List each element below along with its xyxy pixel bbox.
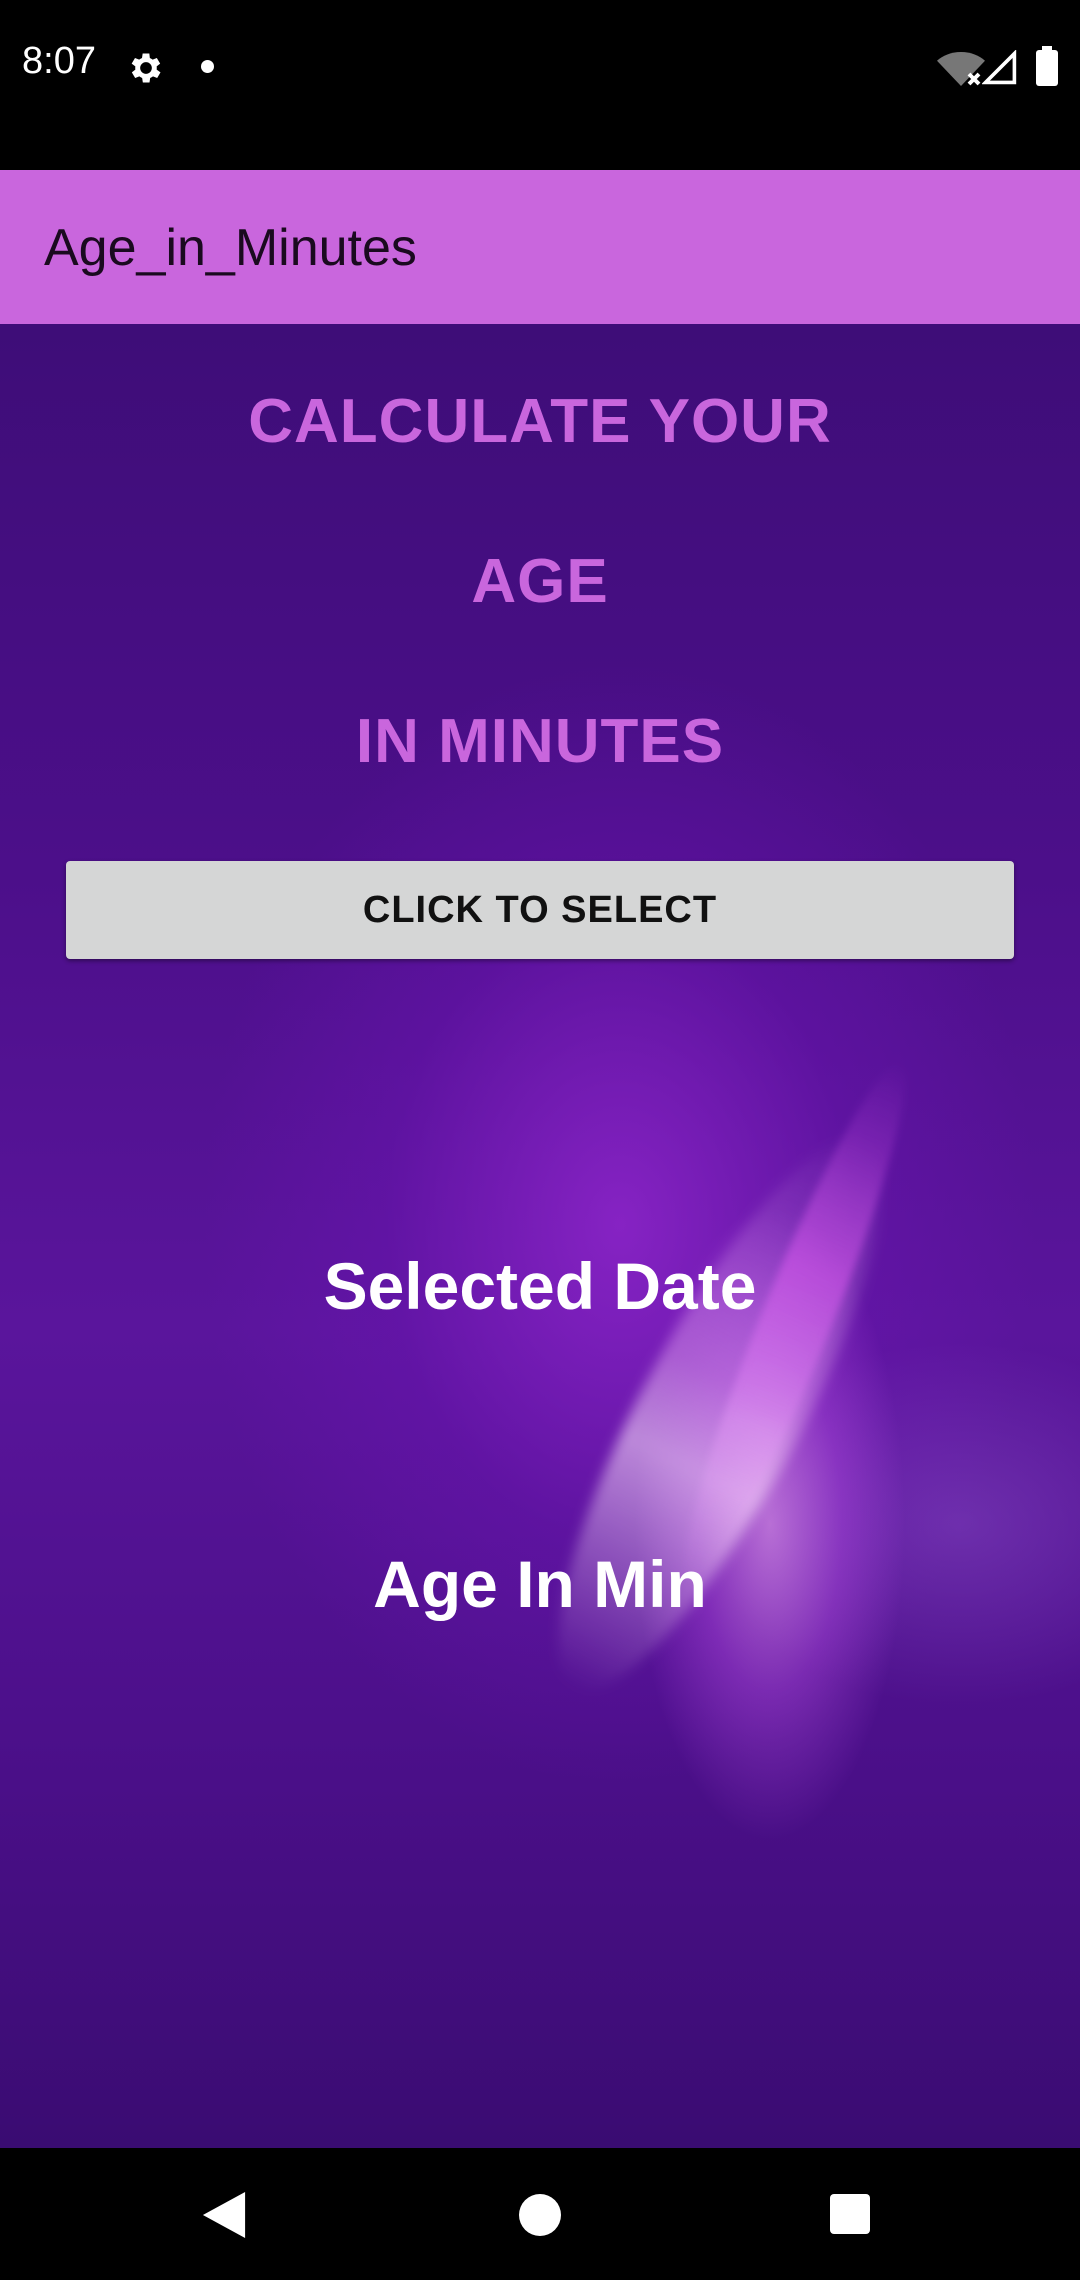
status-time: 8:07	[22, 40, 96, 82]
selected-date-text: Selected Date	[323, 1249, 757, 1323]
gear-icon	[131, 53, 161, 83]
phone-screen: 8:07 Age_in_Minutes CALCULATE YOUR AGE I…	[0, 0, 1080, 2280]
app-title: Age_in_Minutes	[44, 219, 417, 277]
home-icon[interactable]	[519, 2194, 561, 2236]
headline-calculate-your: CALCULATE YOUR	[248, 387, 832, 456]
main-content: CALCULATE YOUR AGE IN MINUTES CLICK TO S…	[0, 324, 1080, 2148]
select-date-button[interactable]: CLICK TO SELECT	[66, 861, 1014, 959]
back-icon[interactable]	[202, 2192, 246, 2238]
wifi-off-icon	[937, 52, 985, 86]
status-bar: 8:07	[0, 0, 1080, 170]
notification-dot-icon	[201, 60, 214, 73]
recents-icon[interactable]	[830, 2194, 870, 2234]
app-bar: Age_in_Minutes	[0, 170, 1080, 324]
cell-signal-icon	[982, 50, 1017, 85]
headline-age: AGE	[471, 547, 609, 616]
battery-icon	[1036, 46, 1058, 86]
navigation-bar	[0, 2148, 1080, 2280]
headline-in-minutes: IN MINUTES	[355, 707, 725, 776]
age-in-min-text: Age In Min	[373, 1547, 707, 1621]
